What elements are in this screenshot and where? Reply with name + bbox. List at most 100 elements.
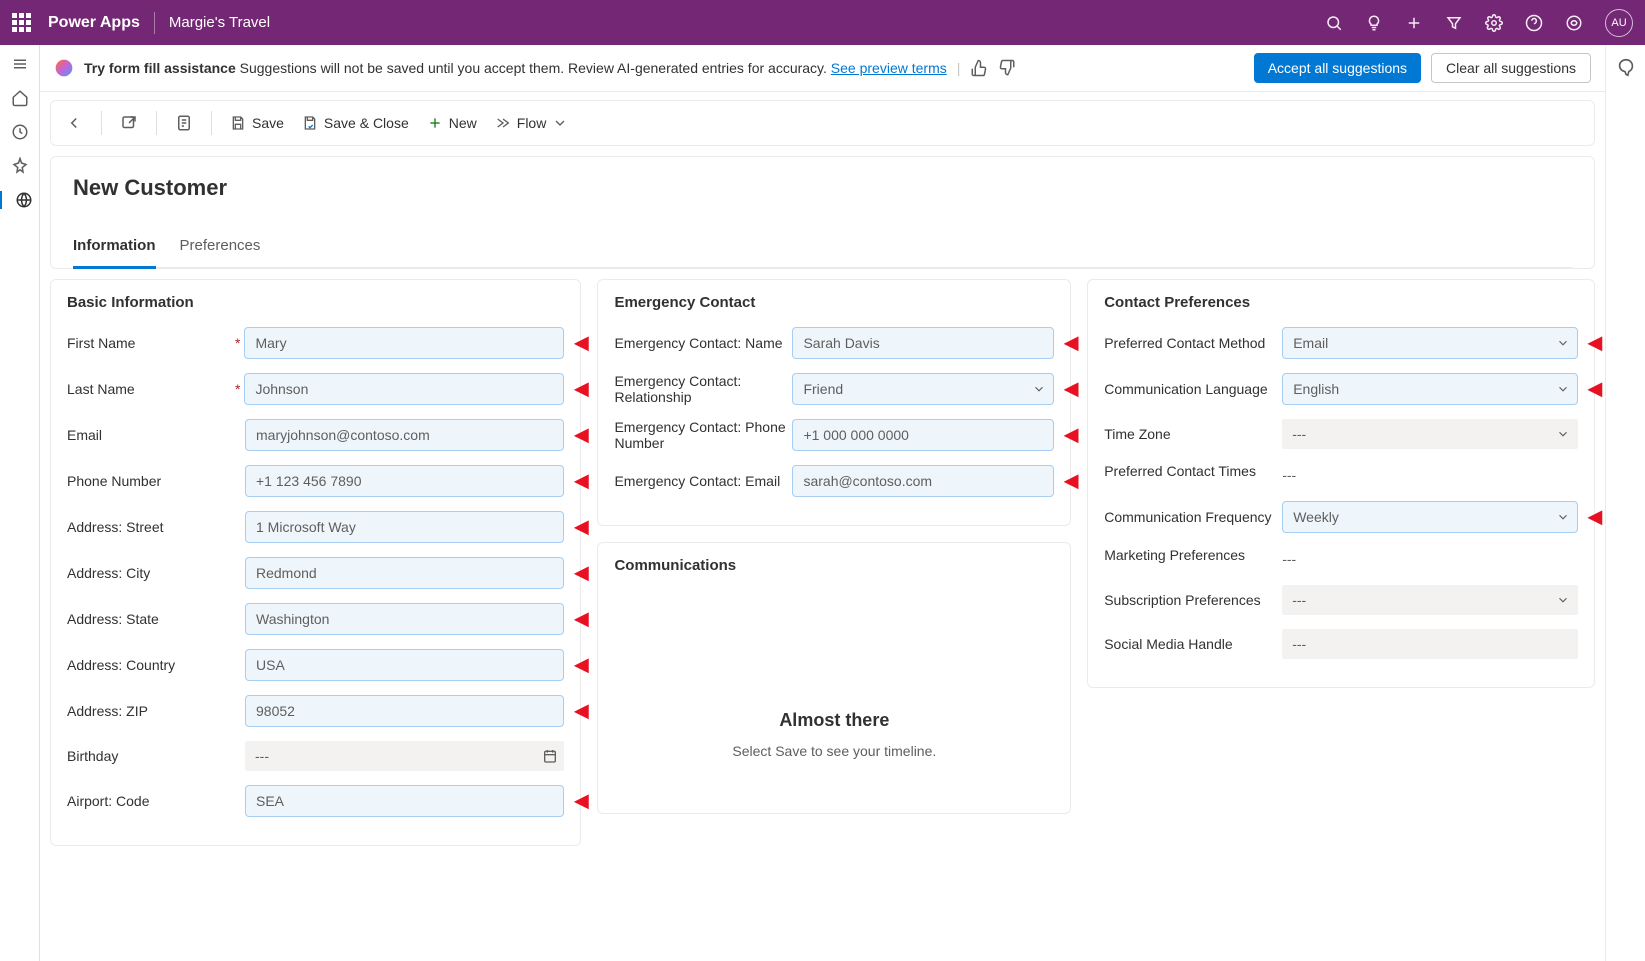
open-new-icon[interactable]	[120, 114, 138, 132]
label-zip: Address: ZIP	[67, 703, 245, 719]
thumbs-down-icon[interactable]	[998, 59, 1016, 77]
label-street: Address: Street	[67, 519, 245, 535]
back-icon[interactable]	[65, 114, 83, 132]
search-icon[interactable]	[1325, 14, 1343, 32]
section-prefs-heading: Contact Preferences	[1104, 294, 1578, 311]
label-subs: Subscription Preferences	[1104, 592, 1282, 608]
label-state: Address: State	[67, 611, 245, 627]
new-button[interactable]: New	[427, 115, 477, 131]
checklist-icon[interactable]	[175, 114, 193, 132]
phone-input[interactable]	[245, 465, 564, 497]
save-close-button[interactable]: Save & Close	[302, 115, 409, 131]
pinned-icon[interactable]	[11, 157, 29, 175]
assistant-icon[interactable]	[1565, 14, 1583, 32]
comm-freq-select[interactable]: Weekly	[1282, 501, 1578, 533]
app-launcher-icon[interactable]	[12, 13, 32, 33]
label-comm-lang: Communication Language	[1104, 381, 1282, 397]
label-ec-rel: Emergency Contact: Relationship	[614, 373, 792, 405]
calendar-icon[interactable]	[542, 748, 558, 764]
label-social: Social Media Handle	[1104, 636, 1282, 652]
label-last-name: Last Name	[67, 381, 245, 397]
filter-icon[interactable]	[1445, 14, 1463, 32]
tab-information[interactable]: Information	[73, 231, 156, 269]
home-icon[interactable]	[11, 89, 29, 107]
label-phone: Phone Number	[67, 473, 245, 489]
recent-icon[interactable]	[11, 123, 29, 141]
ec-relationship-select[interactable]: Friend	[792, 373, 1054, 405]
label-first-name: First Name	[67, 335, 245, 351]
birthday-input[interactable]	[245, 741, 564, 771]
city-input[interactable]	[245, 557, 564, 589]
required-indicator: *	[235, 381, 240, 397]
brand-label: Power Apps	[48, 14, 140, 32]
first-name-input[interactable]	[244, 327, 564, 359]
chevron-down-icon	[552, 115, 568, 131]
label-ec-name: Emergency Contact: Name	[614, 335, 792, 351]
suggestion-arrow-icon: ◀	[1588, 333, 1602, 354]
suggestion-arrow-icon: ◀	[575, 471, 589, 492]
accept-suggestions-button[interactable]: Accept all suggestions	[1254, 53, 1421, 83]
tab-preferences[interactable]: Preferences	[180, 231, 261, 267]
help-icon[interactable]	[1525, 14, 1543, 32]
label-contact-method: Preferred Contact Method	[1104, 335, 1282, 351]
copilot-icon	[54, 58, 74, 78]
idea-icon[interactable]	[1365, 14, 1383, 32]
zip-input[interactable]	[245, 695, 564, 727]
suggestion-arrow-icon: ◀	[575, 791, 589, 812]
country-input[interactable]	[245, 649, 564, 681]
label-country: Address: Country	[67, 657, 245, 673]
street-input[interactable]	[245, 511, 564, 543]
page-title: New Customer	[73, 175, 1572, 201]
suggestion-arrow-icon: ◀	[1064, 333, 1078, 354]
required-indicator: *	[235, 335, 240, 351]
label-ec-email: Emergency Contact: Email	[614, 473, 792, 489]
save-button[interactable]: Save	[230, 115, 284, 131]
suggestion-arrow-icon: ◀	[1064, 471, 1078, 492]
label-ec-phone: Emergency Contact: Phone Number	[614, 419, 792, 451]
subs-select[interactable]: ---	[1282, 585, 1578, 615]
timeline-title: Almost there	[624, 710, 1044, 731]
clear-suggestions-button[interactable]: Clear all suggestions	[1431, 53, 1591, 83]
label-marketing: Marketing Preferences	[1104, 547, 1282, 563]
marketing-value[interactable]: ---	[1282, 547, 1578, 571]
last-name-input[interactable]	[244, 373, 564, 405]
social-input[interactable]	[1282, 629, 1578, 659]
add-icon[interactable]	[1405, 14, 1423, 32]
suggestion-arrow-icon: ◀	[575, 333, 589, 354]
globe-nav-item[interactable]	[0, 191, 38, 209]
label-email: Email	[67, 427, 245, 443]
menu-toggle-icon[interactable]	[11, 55, 29, 73]
label-timezone: Time Zone	[1104, 426, 1282, 442]
user-avatar[interactable]: AU	[1605, 9, 1633, 37]
label-airport: Airport: Code	[67, 793, 245, 809]
airport-input[interactable]	[245, 785, 564, 817]
preview-terms-link[interactable]: See preview terms	[831, 60, 947, 76]
environment-name[interactable]: Margie's Travel	[169, 14, 270, 31]
state-input[interactable]	[245, 603, 564, 635]
contact-times-value[interactable]: ---	[1282, 463, 1578, 487]
label-comm-freq: Communication Frequency	[1104, 509, 1282, 525]
label-contact-times: Preferred Contact Times	[1104, 463, 1282, 479]
section-emergency-heading: Emergency Contact	[614, 294, 1054, 311]
gear-icon[interactable]	[1485, 14, 1503, 32]
flow-button[interactable]: Flow	[495, 115, 569, 131]
suggestion-arrow-icon: ◀	[1588, 507, 1602, 528]
timezone-select[interactable]: ---	[1282, 419, 1578, 449]
ec-email-input[interactable]	[792, 465, 1054, 497]
comm-lang-select[interactable]: English	[1282, 373, 1578, 405]
timeline-text: Select Save to see your timeline.	[624, 743, 1044, 759]
suggestion-arrow-icon: ◀	[575, 379, 589, 400]
thumbs-up-icon[interactable]	[970, 59, 988, 77]
contact-method-select[interactable]: Email	[1282, 327, 1578, 359]
suggestion-arrow-icon: ◀	[1588, 379, 1602, 400]
suggestion-arrow-icon: ◀	[1064, 425, 1078, 446]
suggestion-arrow-icon: ◀	[1064, 379, 1078, 400]
ec-name-input[interactable]	[792, 327, 1054, 359]
copilot-panel-icon[interactable]	[1615, 57, 1637, 79]
banner-text: Try form fill assistance Suggestions wil…	[84, 60, 947, 76]
email-input[interactable]	[245, 419, 564, 451]
ec-phone-input[interactable]	[792, 419, 1054, 451]
label-city: Address: City	[67, 565, 245, 581]
suggestion-arrow-icon: ◀	[575, 655, 589, 676]
section-comms-heading: Communications	[614, 557, 1054, 574]
